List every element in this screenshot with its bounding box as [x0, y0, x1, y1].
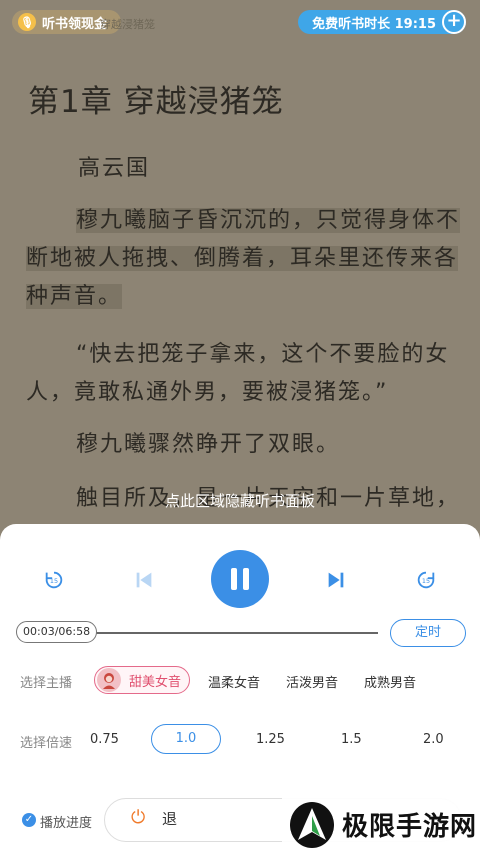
free-listen-time-button[interactable]: 免费听书时长 19:15 + [298, 10, 466, 34]
voice-option[interactable]: 活泼男音 [286, 672, 338, 691]
next-chapter-icon [328, 572, 344, 588]
speed-option[interactable]: 1.5 [341, 732, 362, 747]
speed-option[interactable]: 1.25 [256, 732, 285, 747]
voice-option[interactable]: 成熟男音 [364, 672, 416, 691]
hide-panel-hint[interactable]: 点此区域隐藏听书面板 [0, 490, 480, 511]
forward-15-button[interactable]: 15 [412, 566, 440, 594]
chapter-title: 第1章 穿越浸猪笼 [28, 84, 284, 120]
speed-label: 选择倍速 [20, 736, 73, 751]
rewind-15-button[interactable]: 15 [40, 566, 68, 594]
highlighted-sentence: 穆九曦脑子昏沉沉的，只觉得身体不断地被人拖拽、倒腾着，耳朵里还传来各种声音。 [26, 208, 461, 309]
progress-track[interactable] [92, 632, 378, 634]
speed-option[interactable]: 0.75 [90, 732, 119, 747]
play-pause-button[interactable] [211, 550, 269, 608]
voice-label: 选择主播 [20, 676, 73, 691]
listen-earn-cash-label: 听书领现金 [42, 16, 108, 32]
checkbox-icon[interactable]: ✓ [22, 813, 36, 827]
progress-time[interactable]: 00:03/06:58 [16, 621, 98, 643]
ghost-chapter-text: 穿越浸猪笼 [100, 18, 155, 31]
paragraph-highlighted: 穆九曦脑子昏沉沉的，只觉得身体不断地被人拖拽、倒腾着，耳朵里还传来各种声音。 [26, 202, 464, 316]
svg-text:15: 15 [422, 577, 430, 585]
pause-icon [228, 568, 252, 590]
watermark-text: 极限手游网 [342, 812, 478, 842]
avatar-icon [97, 668, 121, 692]
speed-option-selected[interactable]: 1.0 [151, 724, 221, 754]
voice-option-selected[interactable]: 甜美女音 [94, 666, 190, 694]
microphone-icon: 🎙 [18, 13, 36, 31]
paragraph: 高云国 [78, 156, 151, 181]
speed-option[interactable]: 2.0 [423, 732, 444, 747]
plus-icon[interactable]: + [442, 10, 466, 34]
watermark-logo-icon [290, 801, 334, 848]
paragraph: 穆九曦骤然睁开了双眼。 [76, 432, 341, 457]
next-chapter-button[interactable] [322, 566, 350, 594]
exit-listen-label: 退 [162, 810, 178, 828]
forward-15-icon: 15 [417, 571, 435, 589]
free-listen-time-label: 免费听书时长 19:15 [312, 16, 436, 32]
timer-button[interactable]: 定时 [390, 619, 466, 647]
svg-text:15: 15 [50, 577, 58, 585]
progress-checkbox-label[interactable]: 播放进度 [40, 812, 92, 831]
watermark: 极限手游网 [282, 796, 480, 853]
rewind-15-icon: 15 [45, 571, 63, 589]
voice-option[interactable]: 温柔女音 [208, 672, 260, 691]
paragraph: “快去把笼子拿来，这个不要脸的女人，竟敢私通外男，要被浸猪笼。” [26, 342, 450, 405]
voice-selected-label: 甜美女音 [129, 674, 182, 690]
previous-chapter-icon [136, 572, 152, 588]
previous-chapter-button[interactable] [130, 566, 158, 594]
progress-row: 00:03/06:58 定时 [16, 619, 466, 647]
power-icon: ⏻ [131, 807, 146, 828]
